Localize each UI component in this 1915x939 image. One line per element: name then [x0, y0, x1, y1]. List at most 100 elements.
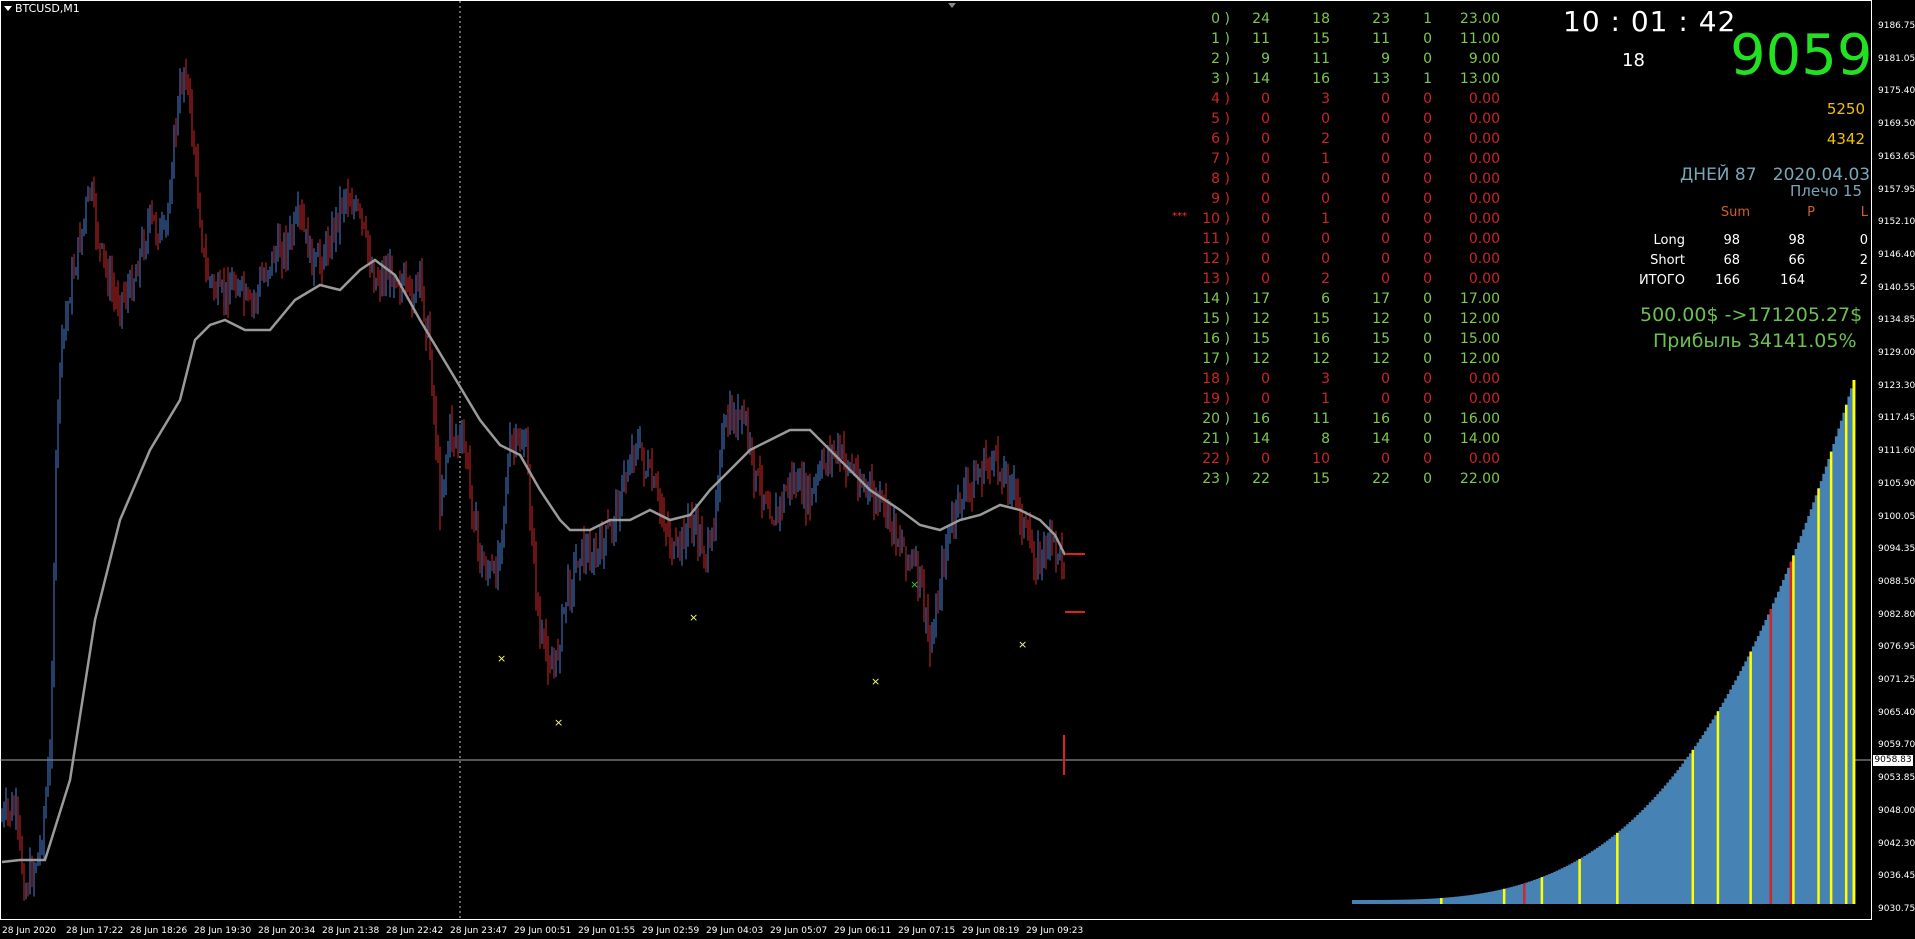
equity-bar — [1593, 849, 1597, 904]
chart-window[interactable]: × × × × × × BTCUSD,M1 9186.75 9181.05 9175.40 91… — [0, 0, 1915, 939]
equity-bar — [1523, 883, 1526, 904]
hour-stat-c: 12 — [1372, 311, 1390, 327]
equity-bar — [1636, 814, 1640, 904]
leverage-label: Плечо 15 — [1790, 182, 1862, 200]
time-axis[interactable]: 28 Jun 2020 28 Jun 17:22 28 Jun 18:26 28 Ju… — [0, 920, 1872, 939]
equity-bar — [1761, 625, 1765, 904]
hour-stat-hour: 12 ) — [1202, 251, 1230, 267]
hour-stats-row: 16 ) 15 16 15 0 15.00 — [1160, 331, 1510, 351]
equity-bar — [1777, 591, 1780, 904]
shift-marker-icon[interactable] — [948, 3, 956, 8]
price-chart[interactable]: × × × × × × — [0, 0, 1915, 939]
equity-bar — [1377, 899, 1381, 904]
hour-stat-d: 0 — [1423, 471, 1432, 487]
hour-stats-row: 13 ) 0 2 0 0 0.00 — [1160, 271, 1510, 291]
summary-header: P — [1807, 205, 1815, 220]
price-axis[interactable]: 9186.75 9181.05 9175.40 9169.50 9163.65 9157.… — [1872, 0, 1915, 920]
equity-bar — [1510, 886, 1514, 904]
profit-line: Прибыль 34141.05% — [1653, 330, 1857, 352]
equity-bar — [1714, 715, 1718, 904]
equity-bar — [1784, 573, 1788, 904]
equity-bar — [1666, 782, 1670, 904]
dropdown-triangle-icon[interactable] — [4, 6, 12, 11]
hour-stat-d: 0 — [1423, 231, 1432, 247]
equity-bar — [1497, 889, 1501, 904]
hour-stat-e: 15.00 — [1459, 331, 1500, 347]
equity-bar — [1372, 899, 1376, 904]
equity-bar — [1462, 895, 1466, 904]
equity-bar — [1849, 388, 1853, 904]
signal-marker-icon: × — [871, 675, 880, 688]
hour-stat-d: 0 — [1423, 271, 1432, 287]
equity-bar — [1711, 719, 1715, 904]
hour-stat-e: 14.00 — [1459, 431, 1500, 447]
equity-bar — [1621, 828, 1625, 904]
hour-stat-c: 0 — [1381, 191, 1390, 207]
hour-stat-b: 2 — [1321, 271, 1330, 287]
hour-stats-row: 18 ) 0 3 0 0 0.00 — [1160, 371, 1510, 391]
hour-stat-hour: 17 ) — [1202, 351, 1230, 367]
equity-bar — [1369, 899, 1373, 904]
equity-bar — [1603, 842, 1607, 904]
hour-stat-b: 0 — [1321, 171, 1330, 187]
hour-stat-e: 0.00 — [1468, 211, 1500, 227]
hour-stat-hour: 6 ) — [1211, 131, 1230, 147]
time-tick: 28 Jun 19:30 — [194, 926, 252, 936]
equity-bar — [1817, 488, 1821, 904]
price-tick: 9134.85 — [1878, 315, 1915, 326]
equity-bar — [1782, 579, 1785, 904]
equity-bar — [1759, 630, 1763, 904]
hour-stat-b: 16 — [1312, 71, 1330, 87]
equity-bar — [1802, 529, 1806, 904]
equity-bar — [1379, 899, 1383, 904]
price-tick: 9186.75 — [1878, 21, 1915, 31]
hour-stat-e: 13.00 — [1459, 71, 1500, 87]
hour-stats-row: 0 ) 24 18 23 1 23.00 — [1160, 11, 1510, 31]
hour-stats-row: 12 ) 0 0 0 0 0.00 — [1160, 251, 1510, 271]
hour-stat-a: 12 — [1252, 311, 1270, 327]
hour-stat-d: 0 — [1423, 411, 1432, 427]
hour-stat-b: 10 — [1312, 451, 1330, 467]
hour-stat-b: 8 — [1321, 431, 1330, 447]
equity-bar — [1545, 875, 1549, 904]
hour-stat-hour: 20 ) — [1202, 411, 1230, 427]
equity-bar — [1555, 870, 1559, 904]
summary-row-label: Short — [1650, 253, 1685, 268]
hour-stat-d: 0 — [1423, 91, 1432, 107]
equity-bar — [1359, 900, 1363, 904]
symbol-label[interactable]: BTCUSD,M1 — [4, 2, 80, 15]
hour-stat-d: 0 — [1423, 451, 1432, 467]
hour-stats-row: 1 ) 11 15 11 0 11.00 — [1160, 31, 1510, 51]
equity-bar — [1533, 879, 1536, 904]
seconds-counter: 18 — [1622, 50, 1645, 71]
equity-bar — [1440, 898, 1443, 904]
equity-bar — [1517, 884, 1521, 904]
equity-bar — [1495, 890, 1499, 904]
equity-bar — [1417, 899, 1421, 904]
hour-stat-b: 15 — [1312, 311, 1330, 327]
hour-stats-row: 2 ) 9 11 9 0 9.00 — [1160, 51, 1510, 71]
equity-bar — [1442, 897, 1446, 904]
hour-stat-a: 0 — [1261, 451, 1270, 467]
hour-stat-c: 0 — [1381, 231, 1390, 247]
hour-stat-a: 0 — [1261, 251, 1270, 267]
hour-stat-c: 13 — [1372, 71, 1390, 87]
equity-bar — [1404, 899, 1408, 904]
time-tick: 29 Jun 02:59 — [642, 926, 700, 936]
time-tick: 28 Jun 23:47 — [450, 926, 508, 936]
equity-bar — [1626, 824, 1630, 904]
hour-stat-e: 0.00 — [1468, 171, 1500, 187]
equity-bar — [1656, 794, 1660, 904]
time-tick: 28 Jun 21:38 — [322, 926, 380, 936]
equity-bar — [1445, 897, 1448, 904]
hour-stat-b: 3 — [1321, 371, 1330, 387]
equity-bar — [1575, 860, 1579, 904]
equity-bar — [1623, 826, 1627, 904]
hour-stat-e: 0.00 — [1468, 391, 1500, 407]
equity-bar — [1681, 763, 1685, 904]
hour-stat-a: 0 — [1261, 231, 1270, 247]
equity-bar — [1691, 749, 1695, 904]
equity-bar — [1354, 900, 1358, 904]
hour-stat-d: 0 — [1423, 331, 1432, 347]
summary-cell-p: 66 — [1788, 253, 1805, 268]
